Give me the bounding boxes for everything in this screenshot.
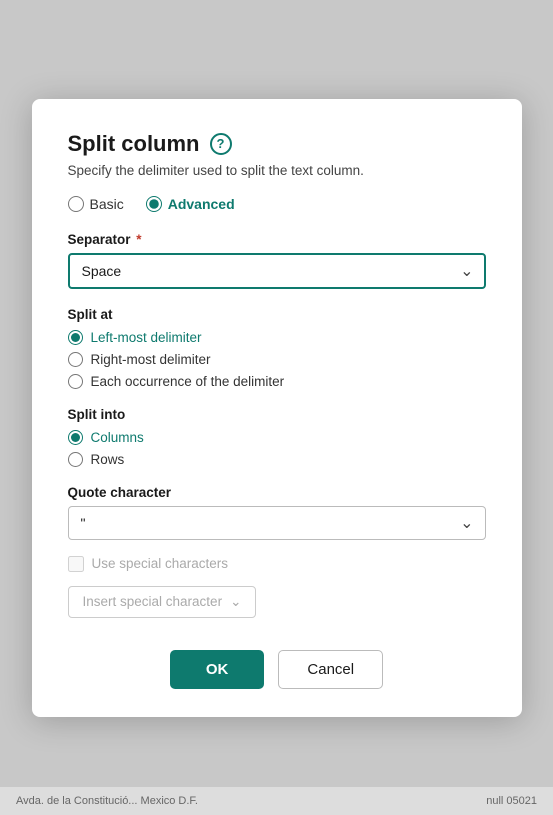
split-at-rightmost-text: Right-most delimiter (91, 352, 211, 367)
help-icon[interactable]: ? (210, 133, 232, 155)
insert-special-character-label: Insert special character (83, 594, 223, 609)
split-into-group: Columns Rows (68, 430, 486, 467)
split-at-leftmost-radio[interactable] (68, 330, 83, 345)
split-at-each-label[interactable]: Each occurrence of the delimiter (68, 374, 486, 389)
cancel-button[interactable]: Cancel (278, 650, 383, 689)
split-into-columns-radio[interactable] (68, 430, 83, 445)
split-into-rows-radio[interactable] (68, 452, 83, 467)
mode-basic-radio[interactable] (68, 196, 84, 212)
use-special-characters-label: Use special characters (92, 556, 229, 571)
dialog-footer: OK Cancel (68, 650, 486, 689)
use-special-characters-row: Use special characters (68, 556, 486, 572)
split-at-group: Left-most delimiter Right-most delimiter… (68, 330, 486, 389)
split-at-rightmost-radio[interactable] (68, 352, 83, 367)
mode-advanced-radio[interactable] (146, 196, 162, 212)
split-into-rows-text: Rows (91, 452, 125, 467)
dialog-header: Split column ? (68, 131, 486, 157)
split-into-columns-text: Columns (91, 430, 144, 445)
dialog-title: Split column (68, 131, 200, 157)
mode-advanced-label[interactable]: Advanced (146, 196, 235, 212)
split-at-each-radio[interactable] (68, 374, 83, 389)
split-at-each-text: Each occurrence of the delimiter (91, 374, 285, 389)
dialog-subtitle: Specify the delimiter used to split the … (68, 163, 486, 178)
mode-advanced-text: Advanced (168, 196, 235, 212)
use-special-characters-checkbox[interactable] (68, 556, 84, 572)
separator-required: * (136, 232, 141, 247)
bottom-right-text: null 05021 (486, 795, 537, 807)
insert-special-chevron-icon: ⌄ (230, 594, 241, 610)
split-at-label: Split at (68, 307, 486, 322)
quote-character-select[interactable]: " ' None (68, 506, 486, 540)
bottom-left-text: Avda. de la Constitució... Mexico D.F. (16, 795, 198, 807)
separator-select-wrapper: Space Comma Tab Colon Semicolon Custom ⌄ (68, 253, 486, 289)
quote-character-label: Quote character (68, 485, 486, 500)
mode-radio-group: Basic Advanced (68, 196, 486, 212)
mode-basic-text: Basic (90, 196, 124, 212)
bottom-bar: Avda. de la Constitució... Mexico D.F. n… (0, 787, 553, 815)
split-into-rows-label[interactable]: Rows (68, 452, 486, 467)
split-into-columns-label[interactable]: Columns (68, 430, 486, 445)
split-at-rightmost-label[interactable]: Right-most delimiter (68, 352, 486, 367)
split-at-leftmost-label[interactable]: Left-most delimiter (68, 330, 486, 345)
quote-select-wrapper: " ' None ⌄ (68, 506, 486, 540)
split-column-dialog: Split column ? Specify the delimiter use… (32, 99, 522, 717)
insert-special-character-button[interactable]: Insert special character ⌄ (68, 586, 257, 618)
separator-label: Separator * (68, 232, 486, 247)
ok-button[interactable]: OK (170, 650, 265, 689)
separator-select[interactable]: Space Comma Tab Colon Semicolon Custom (68, 253, 486, 289)
mode-basic-label[interactable]: Basic (68, 196, 124, 212)
split-into-label: Split into (68, 407, 486, 422)
split-at-leftmost-text: Left-most delimiter (91, 330, 202, 345)
